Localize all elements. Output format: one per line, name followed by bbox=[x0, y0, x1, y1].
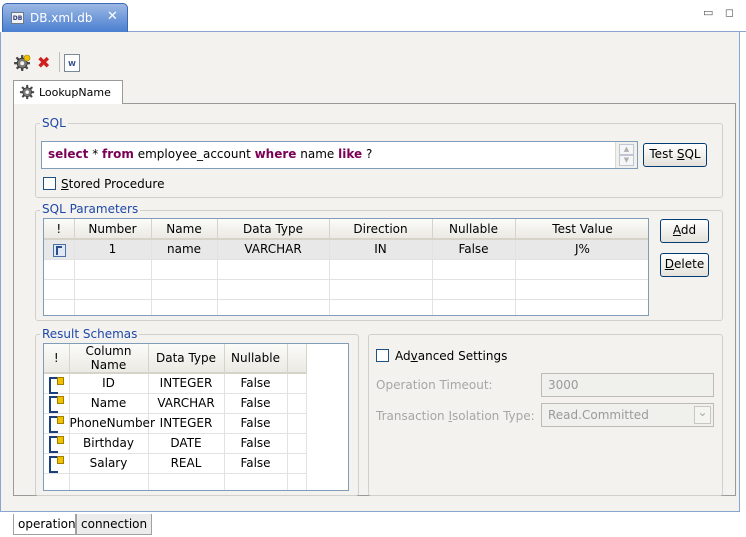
cell-data-type[interactable]: INTEGER bbox=[148, 373, 225, 394]
table-header-row: ! Column Name Data Type Nullable bbox=[44, 344, 307, 374]
minimize-maximize-icon[interactable]: ▭ ◻ bbox=[703, 6, 738, 19]
tab-operation[interactable]: operation bbox=[13, 514, 76, 535]
export-document-icon[interactable]: W bbox=[64, 54, 80, 72]
column-header-nullable[interactable]: Nullable bbox=[224, 344, 288, 374]
table-row[interactable]: Birthday DATE False bbox=[44, 433, 307, 454]
transaction-isolation-select[interactable]: Read.Committed ⌄ bbox=[541, 403, 714, 427]
column-header-data-type[interactable]: Data Type bbox=[217, 219, 330, 240]
editor-tab[interactable]: DB DB.xml.db ✕ bbox=[2, 3, 128, 32]
column-header-name[interactable]: Name bbox=[151, 219, 218, 240]
scroll-up-icon[interactable]: ▲ bbox=[619, 144, 634, 155]
scroll-down-icon[interactable]: ▼ bbox=[619, 155, 634, 166]
add-operation-gear-icon[interactable] bbox=[13, 54, 31, 72]
result-schemas-table[interactable]: ! Column Name Data Type Nullable ID INTE… bbox=[43, 343, 349, 491]
editor-tab-title: DB.xml.db bbox=[30, 11, 93, 25]
tab-label: LookupName bbox=[39, 86, 111, 99]
cell-data-type[interactable]: REAL bbox=[148, 453, 225, 474]
sql-parameters-table[interactable]: ! Number Name Data Type Direction Nullab… bbox=[43, 218, 649, 316]
column-header-data-type[interactable]: Data Type bbox=[148, 344, 225, 374]
gear-icon bbox=[19, 84, 35, 103]
cell-column-name[interactable]: ID bbox=[69, 373, 149, 394]
cell-data-type[interactable]: VARCHAR bbox=[217, 239, 330, 260]
cell-column-name[interactable]: Name bbox=[69, 393, 149, 414]
sql-scrollbar[interactable]: ▲ ▼ bbox=[615, 142, 637, 168]
cell-column-name[interactable]: Birthday bbox=[69, 433, 149, 454]
table-row[interactable]: 1 name VARCHAR IN False J% bbox=[44, 239, 648, 260]
stored-procedure-label: Stored Procedure bbox=[61, 177, 165, 191]
result-schemas-group-title: Result Schemas bbox=[40, 327, 140, 341]
column-icon bbox=[48, 456, 65, 474]
cell-nullable[interactable]: False bbox=[224, 393, 288, 414]
transaction-isolation-label: Transaction Isolation Type: bbox=[376, 409, 535, 423]
delete-icon[interactable]: ✖ bbox=[37, 54, 55, 72]
table-row[interactable]: PhoneNumber INTEGER False bbox=[44, 413, 307, 434]
cell-number[interactable]: 1 bbox=[74, 239, 152, 260]
database-file-icon: DB bbox=[11, 12, 24, 24]
table-header-row: ! Number Name Data Type Direction Nullab… bbox=[44, 219, 648, 240]
cell-nullable[interactable]: False bbox=[224, 433, 288, 454]
cell-column-name[interactable]: PhoneNumber bbox=[69, 413, 155, 434]
sql-query-input[interactable]: select * from employee_account where nam… bbox=[41, 141, 638, 169]
table-row[interactable]: Salary REAL False bbox=[44, 453, 307, 474]
column-header-number[interactable]: Number bbox=[74, 219, 152, 240]
column-icon bbox=[48, 376, 65, 394]
tab-lookupname[interactable]: LookupName bbox=[13, 80, 123, 104]
test-sql-button[interactable]: Test SQL bbox=[643, 143, 707, 167]
empty-row[interactable] bbox=[44, 259, 648, 280]
cell-column-name[interactable]: Salary bbox=[69, 453, 149, 474]
add-parameter-button[interactable]: Add bbox=[660, 219, 709, 243]
column-header-direction[interactable]: Direction bbox=[329, 219, 433, 240]
sql-group-title: SQL bbox=[40, 116, 68, 130]
cell-test-value[interactable]: J% bbox=[515, 239, 648, 260]
toolbar-separator bbox=[59, 52, 60, 72]
cell-data-type[interactable]: DATE bbox=[148, 433, 225, 454]
operation-timeout-label: Operation Timeout: bbox=[376, 378, 493, 392]
column-icon bbox=[48, 436, 65, 454]
empty-row[interactable] bbox=[44, 279, 648, 300]
column-header-nullable[interactable]: Nullable bbox=[432, 219, 516, 240]
delete-parameter-button[interactable]: Delete bbox=[660, 253, 709, 277]
table-row[interactable]: ID INTEGER False bbox=[44, 373, 307, 394]
cell-nullable[interactable]: False bbox=[224, 373, 288, 394]
operation-timeout-input[interactable]: 3000 bbox=[541, 373, 714, 397]
table-row[interactable]: Name VARCHAR False bbox=[44, 393, 307, 414]
cell-data-type[interactable]: INTEGER bbox=[148, 413, 225, 434]
column-icon bbox=[48, 416, 65, 434]
cell-nullable[interactable]: False bbox=[224, 413, 288, 434]
sql-query-text: select * from employee_account where nam… bbox=[48, 147, 373, 161]
chevron-down-icon[interactable]: ⌄ bbox=[694, 406, 711, 424]
transaction-isolation-value: Read.Committed bbox=[548, 408, 649, 422]
parameter-icon bbox=[51, 243, 67, 257]
cell-name[interactable]: name bbox=[151, 239, 218, 260]
stored-procedure-checkbox[interactable] bbox=[43, 177, 56, 190]
advanced-settings-label: Advanced Settings bbox=[395, 349, 508, 363]
column-header-test-value[interactable]: Test Value bbox=[515, 219, 648, 240]
column-header-flag[interactable]: ! bbox=[44, 344, 70, 374]
empty-row[interactable] bbox=[44, 473, 307, 490]
cell-direction[interactable]: IN bbox=[329, 239, 433, 260]
close-icon[interactable]: ✕ bbox=[107, 9, 118, 24]
empty-row[interactable] bbox=[44, 299, 648, 315]
sql-parameters-group-title: SQL Parameters bbox=[40, 202, 141, 216]
cell-data-type[interactable]: VARCHAR bbox=[148, 393, 225, 414]
column-header-flag[interactable]: ! bbox=[44, 219, 75, 240]
advanced-settings-checkbox[interactable] bbox=[376, 349, 389, 362]
column-icon bbox=[48, 396, 65, 414]
tab-connection[interactable]: connection bbox=[76, 514, 152, 535]
column-header-column-name[interactable]: Column Name bbox=[69, 344, 149, 374]
cell-nullable[interactable]: False bbox=[432, 239, 516, 260]
cell-nullable[interactable]: False bbox=[224, 453, 288, 474]
